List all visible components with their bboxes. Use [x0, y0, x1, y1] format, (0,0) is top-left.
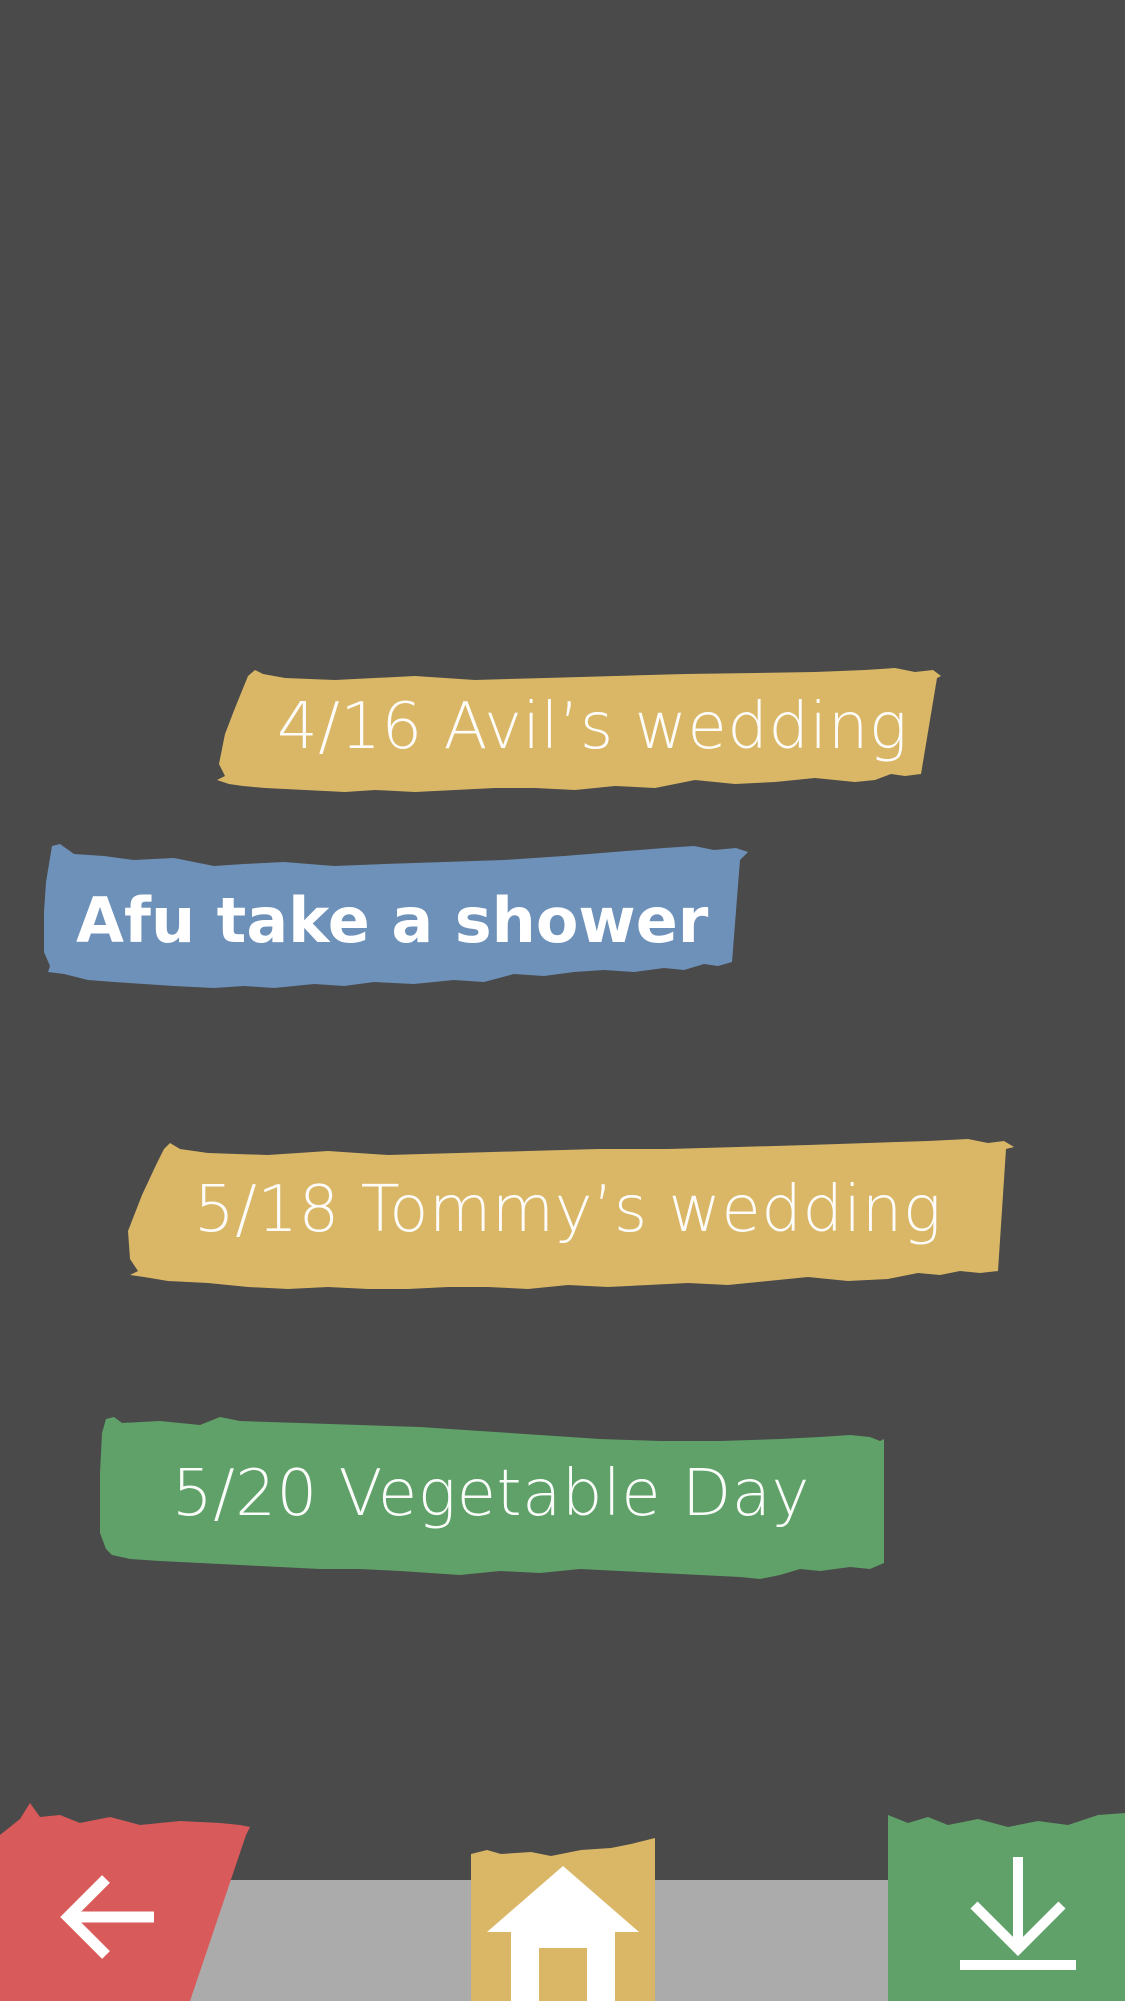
event-label: 5/20 Vegetable Day [172, 1457, 810, 1531]
download-button[interactable] [888, 1805, 1125, 2001]
home-button[interactable] [471, 1830, 655, 2001]
event-label: 4/16 Avil’s wedding [277, 690, 908, 764]
download-icon [960, 1857, 1076, 1970]
event-label: 5/18 Tommy’s wedding [194, 1173, 942, 1247]
event-label: Afu take a shower [76, 884, 709, 957]
event-item-avil-wedding[interactable]: 4/16 Avil’s wedding [215, 664, 945, 799]
event-item-tommy-wedding[interactable]: 5/18 Tommy’s wedding [128, 1135, 1016, 1295]
event-item-vegetable-day[interactable]: 5/20 Vegetable Day [100, 1413, 886, 1591]
arrow-left-icon [60, 1875, 154, 1959]
home-icon [487, 1866, 639, 2001]
event-item-afu-shower[interactable]: Afu take a shower [44, 842, 750, 1002]
back-button[interactable] [0, 1795, 252, 2001]
